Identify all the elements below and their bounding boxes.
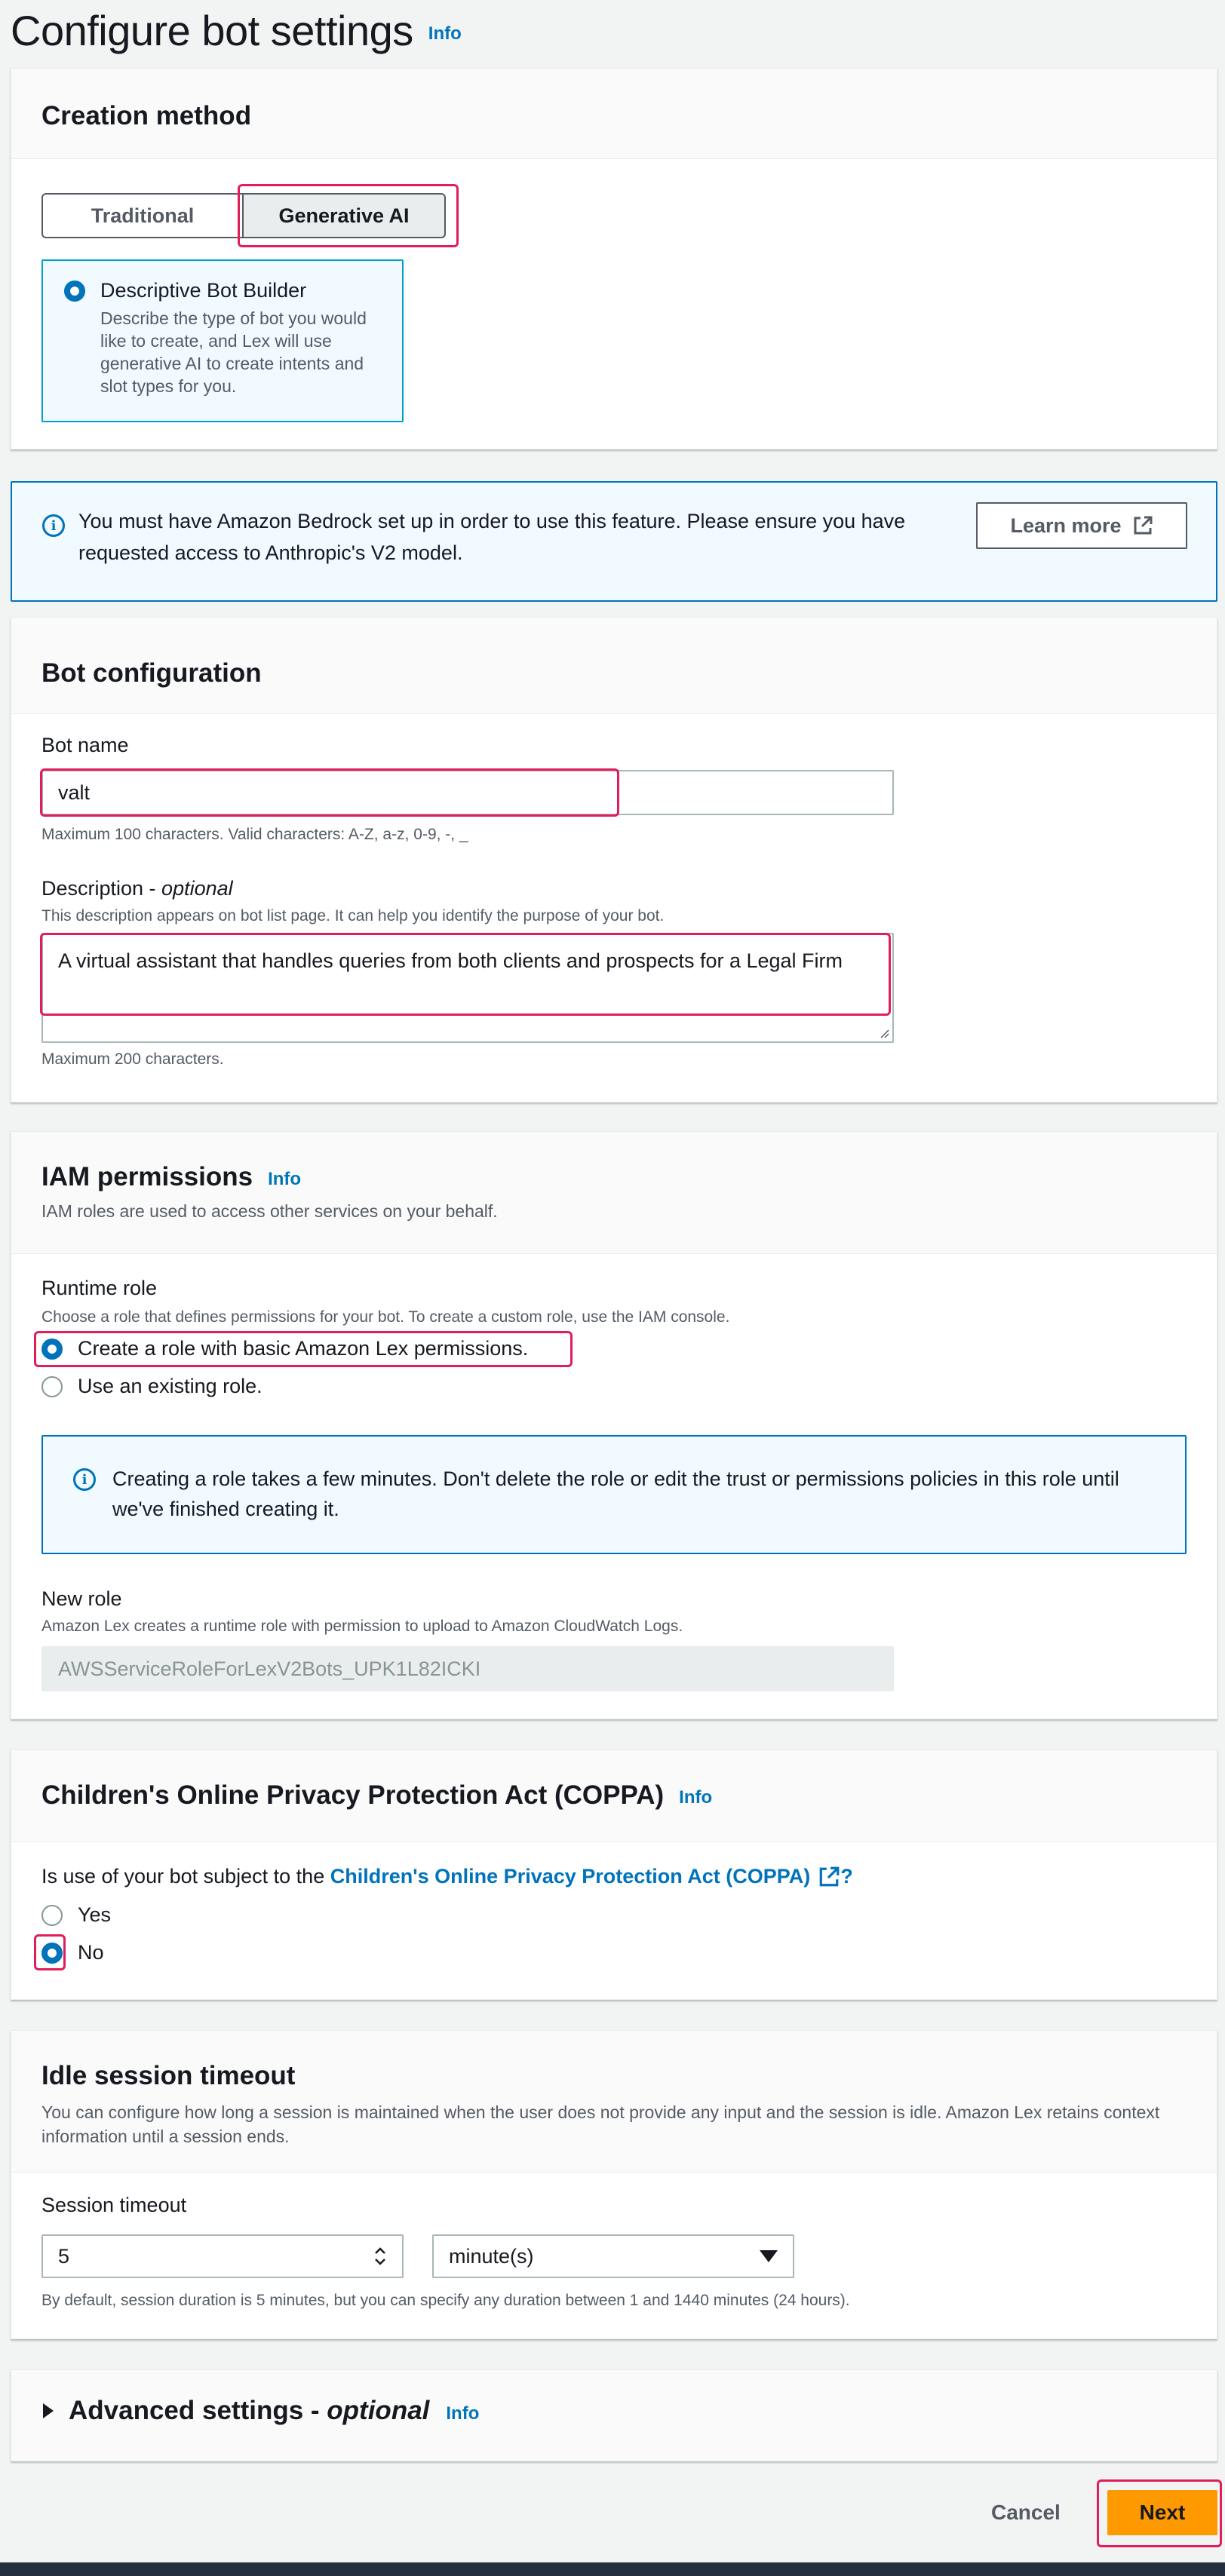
idle-session-timeout-card: Idle session timeout You can configure h… [11, 2030, 1217, 2339]
create-role-label: Create a role with basic Amazon Lex perm… [78, 1337, 529, 1360]
tab-generative-ai[interactable]: Generative AI [244, 193, 446, 238]
radio-coppa-yes[interactable]: Yes [41, 1903, 111, 1927]
advanced-settings-card[interactable]: Advanced settings - optional Info [11, 2369, 1217, 2461]
advanced-settings-title-text: Advanced settings - [69, 2396, 327, 2425]
new-role-hint: Amazon Lex creates a runtime role with p… [41, 1618, 683, 1635]
coppa-question-suffix: ? [840, 1865, 853, 1888]
cancel-button[interactable]: Cancel [991, 2501, 1061, 2525]
next-button[interactable]: Next [1107, 2490, 1217, 2535]
description-value: A virtual assistant that handles queries… [58, 949, 843, 972]
description-optional: optional [161, 877, 233, 900]
existing-role-label: Use an existing role. [78, 1375, 262, 1397]
runtime-role-label: Runtime role [41, 1277, 158, 1299]
external-link-icon [1134, 516, 1153, 535]
coppa-no-radio[interactable] [41, 1942, 63, 1964]
radio-coppa-no[interactable]: No [41, 1941, 104, 1964]
bedrock-alert-text: You must have Amazon Bedrock set up in o… [78, 510, 906, 564]
info-icon: i [73, 1468, 96, 1491]
new-role-value: AWSServiceRoleForLexV2Bots_UPK1L82ICKI [58, 1657, 481, 1680]
description-label-text: Description - [41, 877, 162, 900]
bottom-bar [0, 2562, 1225, 2576]
resize-handle-icon[interactable] [877, 1026, 889, 1038]
external-link-icon[interactable] [818, 1866, 840, 1888]
advanced-info-link[interactable]: Info [446, 2403, 479, 2424]
description-textarea[interactable]: A virtual assistant that handles queries… [41, 933, 894, 1043]
creation-method-segmented-control: Traditional Generative AI [41, 193, 446, 238]
creation-method-title: Creation method [41, 100, 252, 130]
tile-title: Descriptive Bot Builder [100, 279, 307, 302]
bot-name-value: valt [58, 780, 91, 804]
session-timeout-unit-select[interactable]: minute(s) [432, 2234, 794, 2278]
tile-description: Describe the type of bot you would like … [100, 308, 367, 396]
iam-header: IAM permissions Info IAM roles are used … [11, 1132, 1217, 1254]
page-title: Configure bot settings [11, 6, 413, 54]
iam-description: IAM roles are used to access other servi… [41, 1201, 498, 1221]
radio-create-role[interactable]: Create a role with basic Amazon Lex perm… [41, 1337, 528, 1360]
session-timeout-label: Session timeout [41, 2194, 187, 2216]
learn-more-label: Learn more [1010, 514, 1122, 537]
coppa-question-prefix: Is use of your bot subject to the [41, 1865, 330, 1888]
learn-more-button[interactable]: Learn more [976, 502, 1187, 549]
page-info-link[interactable]: Info [428, 23, 462, 44]
tile-text: Descriptive Bot Builder Describe the typ… [100, 279, 387, 397]
coppa-question: Is use of your bot subject to the Childr… [41, 1865, 853, 1888]
new-role-label: New role [41, 1587, 122, 1610]
caret-down-icon [760, 2250, 778, 2262]
advanced-settings-title: Advanced settings - optional [69, 2396, 429, 2426]
iam-permissions-card: IAM permissions Info IAM roles are used … [11, 1131, 1217, 1719]
session-timeout-input[interactable]: 5 [41, 2234, 404, 2278]
role-creation-alert: i Creating a role takes a few minutes. D… [41, 1435, 1187, 1554]
description-hint-bottom: Maximum 200 characters. [41, 1050, 224, 1068]
bot-configuration-card: Bot configuration Bot name valt Maximum … [11, 617, 1217, 1102]
bot-name-hint: Maximum 100 characters. Valid characters… [41, 826, 468, 843]
descriptive-bot-builder-radio[interactable] [64, 281, 85, 302]
bot-configuration-title: Bot configuration [41, 658, 262, 688]
session-timeout-value: 5 [58, 2244, 70, 2268]
description-label: Description - optional [41, 877, 233, 900]
caret-right-icon[interactable] [41, 2403, 55, 2419]
session-timeout-hint: By default, session duration is 5 minute… [41, 2292, 850, 2309]
advanced-settings-row[interactable]: Advanced settings - optional Info [41, 2396, 479, 2426]
idle-timeout-title: Idle session timeout [41, 2061, 296, 2090]
iam-title: IAM permissions [41, 1162, 253, 1191]
advanced-settings-optional: optional [327, 2396, 430, 2425]
info-icon: i [42, 514, 65, 537]
session-timeout-unit-value: minute(s) [449, 2244, 534, 2268]
coppa-yes-label: Yes [78, 1903, 112, 1926]
iam-title-row: IAM permissions Info [41, 1162, 301, 1192]
coppa-yes-radio[interactable] [41, 1904, 63, 1926]
tile-content: Descriptive Bot Builder Describe the typ… [64, 279, 387, 397]
bedrock-alert: i You must have Amazon Bedrock set up in… [11, 481, 1217, 602]
coppa-no-label: No [78, 1941, 104, 1964]
creation-method-card: Creation method Traditional Generative A… [11, 68, 1217, 449]
bot-configuration-header: Bot configuration [11, 618, 1217, 714]
existing-role-radio[interactable] [41, 1375, 63, 1397]
tab-traditional[interactable]: Traditional [41, 193, 244, 238]
idle-timeout-header: Idle session timeout You can configure h… [11, 2031, 1217, 2173]
page: Configure bot settings Info Creation met… [0, 0, 1225, 2576]
coppa-card: Children's Online Privacy Protection Act… [11, 1750, 1217, 2000]
creation-method-header: Creation method [11, 69, 1217, 159]
coppa-info-link[interactable]: Info [679, 1787, 712, 1808]
create-role-radio[interactable] [41, 1338, 63, 1360]
coppa-link[interactable]: Children's Online Privacy Protection Act… [330, 1865, 811, 1888]
stepper-icon[interactable] [373, 2245, 387, 2268]
descriptive-bot-builder-tile[interactable]: Descriptive Bot Builder Describe the typ… [41, 259, 404, 422]
description-hint-top: This description appears on bot list pag… [41, 907, 665, 925]
idle-timeout-description: You can configure how long a session is … [41, 2102, 1160, 2146]
radio-existing-role[interactable]: Use an existing role. [41, 1375, 262, 1398]
runtime-role-hint: Choose a role that defines permissions f… [41, 1308, 730, 1326]
page-header: Configure bot settings Info [11, 0, 462, 60]
bot-name-input[interactable]: valt [41, 770, 894, 815]
coppa-title: Children's Online Privacy Protection Act… [41, 1780, 665, 1810]
coppa-header: Children's Online Privacy Protection Act… [11, 1750, 1217, 1842]
bot-name-label: Bot name [41, 734, 129, 756]
iam-info-link[interactable]: Info [268, 1169, 301, 1190]
role-creation-alert-text: Creating a role takes a few minutes. Don… [112, 1467, 1119, 1520]
new-role-input: AWSServiceRoleForLexV2Bots_UPK1L82ICKI [41, 1646, 894, 1691]
coppa-title-row: Children's Online Privacy Protection Act… [41, 1780, 712, 1811]
